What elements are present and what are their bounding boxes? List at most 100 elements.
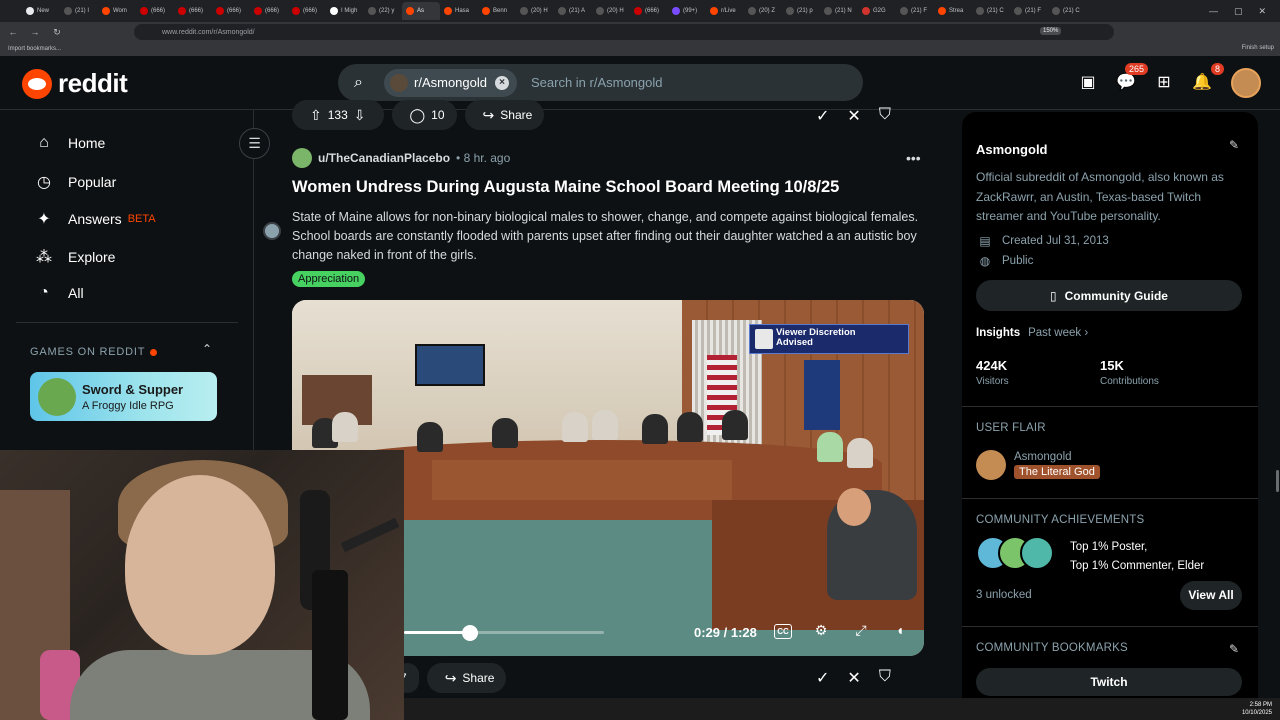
browser-tab[interactable]: As	[402, 2, 440, 20]
insights-range: Past week ›	[1028, 327, 1089, 339]
browser-tab[interactable]: (22) y	[364, 2, 402, 20]
browser-tab[interactable]: Hasa	[440, 2, 478, 20]
upvote-icon[interactable]: ⇧	[310, 107, 322, 124]
shield-icon[interactable]: ⛉	[879, 106, 891, 126]
beta-badge: BETA	[127, 213, 156, 225]
share-button[interactable]: ↪ Share	[426, 663, 507, 693]
search-bar[interactable]: ⌕ r/Asmongold ×	[338, 64, 863, 101]
forward-icon[interactable]: →	[26, 27, 44, 37]
browser-tab[interactable]: (21) C	[972, 2, 1010, 20]
remove-icon[interactable]: ✕	[847, 668, 860, 688]
remove-icon[interactable]: ✕	[847, 106, 860, 126]
comments-button[interactable]: ◯ 10	[391, 100, 457, 130]
games-section-heading[interactable]: GAMES ON REDDIT	[30, 346, 158, 358]
browser-tab[interactable]: G2G	[858, 2, 896, 20]
clear-chip-icon[interactable]: ×	[494, 75, 509, 90]
import-bookmarks-link[interactable]: Import bookmarks...	[8, 46, 61, 52]
snoo-icon	[22, 68, 52, 99]
browser-tab[interactable]: (21) C	[1048, 2, 1086, 20]
browser-tab[interactable]: Wom	[98, 2, 136, 20]
maximize-icon[interactable]: ▢	[1234, 6, 1243, 17]
close-window-icon[interactable]: ✕	[1258, 6, 1266, 17]
browser-tab[interactable]: (21) A	[554, 2, 592, 20]
collapse-sidebar-button[interactable]: ☰	[239, 128, 270, 159]
browser-tab[interactable]: (21) F	[1010, 2, 1048, 20]
achievement-line: Top 1% Poster,	[1070, 541, 1148, 553]
tab-label: (20) Z	[759, 8, 776, 14]
browser-tab[interactable]: (666)	[174, 2, 212, 20]
video-progress-bar[interactable]	[404, 625, 604, 641]
shield-icon[interactable]: ⛉	[879, 668, 891, 688]
system-clock[interactable]: 2:58 PM 10/10/2025	[1242, 701, 1272, 717]
back-icon[interactable]: ←	[4, 27, 22, 37]
browser-tab[interactable]: (666)	[630, 2, 668, 20]
view-all-button[interactable]: View All	[1180, 581, 1242, 610]
browser-tab[interactable]: (21) p	[782, 2, 820, 20]
notifications-icon[interactable]: 🔔 8	[1190, 63, 1224, 94]
browser-tab[interactable]: (20) H	[516, 2, 554, 20]
fullscreen-icon[interactable]: ⤢	[850, 622, 872, 642]
downvote-icon[interactable]: ⇩	[354, 107, 366, 124]
video-progress-fill	[404, 631, 470, 634]
flair-avatar[interactable]	[976, 450, 1006, 480]
edit-icon[interactable]: ✎	[1224, 642, 1244, 662]
unlocked-count: 3 unlocked	[976, 589, 1032, 601]
approve-icon[interactable]: ✓	[816, 668, 829, 688]
browser-tab[interactable]: (666)	[136, 2, 174, 20]
create-post-icon[interactable]: ⊞	[1152, 70, 1176, 94]
post-flair[interactable]: Appreciation	[292, 271, 366, 287]
browser-tab[interactable]: (99+)	[668, 2, 706, 20]
browser-tab[interactable]: I Migh	[326, 2, 364, 20]
tab-favicon-icon	[862, 7, 870, 15]
sidebar-item-explore[interactable]: ⁂ Explore	[34, 247, 115, 267]
reload-icon[interactable]: ↻	[48, 27, 66, 38]
address-bar[interactable]: www.reddit.com/r/Asmongold/	[134, 24, 1114, 40]
edit-icon[interactable]: ✎	[1224, 138, 1244, 158]
browser-tab[interactable]: r/Live	[706, 2, 744, 20]
sidebar-item-label: Answers	[68, 211, 122, 227]
achievement-badges[interactable]	[976, 536, 1058, 572]
sidebar-item-popular[interactable]: ◷ Popular	[34, 172, 116, 192]
sidebar-item-all[interactable]: ◔ All	[34, 284, 83, 302]
volume-icon[interactable]: ◖	[889, 622, 911, 642]
share-button[interactable]: ↪ Share	[464, 100, 545, 130]
settings-gear-icon[interactable]: ⚙	[810, 622, 832, 642]
sidebar-item-answers[interactable]: ✦ Answers BETA	[34, 209, 156, 229]
tab-label: (21) p	[797, 8, 813, 14]
approve-icon[interactable]: ✓	[816, 106, 829, 126]
browser-tab[interactable]: (20) H	[592, 2, 630, 20]
minimize-icon[interactable]: —	[1209, 6, 1218, 16]
browser-tab[interactable]: (21) N	[820, 2, 858, 20]
finish-setup-link[interactable]: Finish setup	[1242, 45, 1274, 51]
reddit-logo[interactable]: reddit	[22, 68, 128, 99]
sidebar-item-home[interactable]: ⌂ Home	[34, 134, 105, 152]
bookmark-twitch-button[interactable]: Twitch	[976, 668, 1242, 696]
video-scene-person	[592, 410, 618, 440]
scrollbar[interactable]	[1276, 470, 1279, 492]
zoom-indicator[interactable]: 150%	[1040, 27, 1062, 35]
browser-tab[interactable]: (666)	[288, 2, 326, 20]
more-options-icon[interactable]: •••	[906, 150, 921, 166]
browser-tab[interactable]: (21) I	[60, 2, 98, 20]
chat-icon[interactable]: 💬 265	[1114, 63, 1148, 94]
browser-tab[interactable]: (21) F	[896, 2, 934, 20]
captions-icon[interactable]: CC	[774, 624, 792, 639]
game-card[interactable]: Sword & Supper A Froggy Idle RPG	[30, 372, 217, 421]
subreddit-search-chip[interactable]: r/Asmongold ×	[384, 68, 517, 97]
insights-header[interactable]: Insights Past week ›	[976, 327, 1088, 339]
advertise-icon[interactable]: ▣	[1076, 70, 1100, 94]
browser-tab[interactable]: New	[22, 2, 60, 20]
search-input[interactable]	[530, 75, 811, 90]
browser-tab[interactable]: (20) Z	[744, 2, 782, 20]
video-scrub-handle[interactable]	[462, 625, 478, 641]
post-title[interactable]: Women Undress During Augusta Maine Schoo…	[292, 178, 922, 197]
browser-tab[interactable]: (666)	[212, 2, 250, 20]
browser-tab[interactable]: Benn	[478, 2, 516, 20]
browser-tab[interactable]: (666)	[250, 2, 288, 20]
author-avatar[interactable]	[292, 148, 312, 168]
community-guide-button[interactable]: ▯ Community Guide	[976, 280, 1242, 311]
browser-tab[interactable]: Strea	[934, 2, 972, 20]
user-avatar[interactable]	[1231, 68, 1261, 98]
post-author[interactable]: u/TheCanadianPlacebo	[318, 151, 450, 165]
chevron-up-icon[interactable]: ⌃	[202, 342, 212, 356]
